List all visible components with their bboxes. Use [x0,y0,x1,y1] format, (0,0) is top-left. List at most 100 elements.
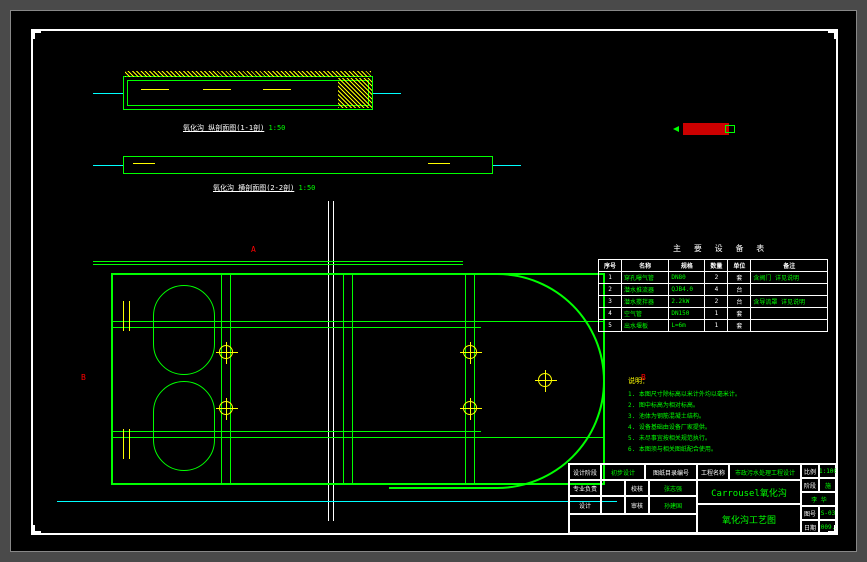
notes-heading: 说明： [628,376,741,387]
table-cell: 套 [728,308,751,320]
tb-empty [601,496,625,514]
tb-label: 图纸目录编号 [645,464,697,480]
table-row: 2潜水推流器QJB4.04台 [599,284,828,296]
tb-sheet: S-03 [819,506,837,520]
guide-wall [153,285,215,375]
tb-label: 阶段 [801,478,819,492]
table-cell: QJB4.0 [669,284,705,296]
inlet-pipe [123,301,124,331]
dim-leader [93,93,123,94]
table-cell: 台 [728,296,751,308]
pipe-line [203,89,231,90]
tb-label: 校核 [625,480,649,496]
parts-col-header: 规格 [669,260,705,272]
table-cell: 3 [599,296,622,308]
center-wall [93,261,463,265]
tb-value: 孙建国 [649,496,697,514]
inlet-pipe [123,429,124,459]
note-line: 5. 未尽事宜按相关规范执行。 [628,433,741,444]
parts-col-header: 单位 [728,260,751,272]
note-line: 1. 本图尺寸除标高以米计外均以毫米计。 [628,389,741,400]
tb-value: 张志强 [649,480,697,496]
cross-beam [343,275,353,483]
aerator-symbol [219,401,233,415]
tb-empty [601,480,625,496]
drawing-notes: 说明： 1. 本图尺寸除标高以米计外均以毫米计。2. 图中标高为相对标高。3. … [628,376,741,455]
parts-col-header: 数量 [705,260,728,272]
table-cell: 潜水推流器 [622,284,669,296]
table-cell: 1 [705,320,728,332]
table-cell: 空气管 [622,308,669,320]
tank-round-end [389,273,605,489]
section-b-caption: 氧化沟 横剖面图(2-2剖) 1:50 [213,183,315,193]
table-cell: 2 [705,272,728,284]
dimension-baseline [57,501,617,502]
table-row: 4空气管DN1501套 [599,308,828,320]
plan-view [93,261,623,511]
tb-label: 设计阶段 [569,464,601,480]
tb-project-name: 市政污水处理工程设计 [729,464,801,480]
detail-callout [683,123,729,135]
pipe-line [141,89,169,90]
tb-label: 设计 [569,496,601,514]
dim-leader [93,165,123,166]
tb-label: 工程名称 [697,464,729,480]
tb-subtitle: Carrousel氧化沟 [697,480,801,504]
tb-label: 日期 [801,520,819,534]
title-block: 设计阶段 初步设计 图纸目录编号 工程名称 市政污水处理工程设计 专业负责 校核… [568,463,836,533]
section-mark-a: A [251,245,256,254]
dim-leader [493,165,521,166]
table-cell: 台 [728,284,751,296]
parts-col-header: 序号 [599,260,622,272]
cad-viewport: 氧化沟 纵剖面图(1-1剖) 1:50 氧化沟 横剖面图(2-2剖) 1:50 [10,10,857,552]
aerator-symbol [463,401,477,415]
pipe-line [428,163,450,164]
table-cell: 套 [728,320,751,332]
table-cell: L=6m [669,320,705,332]
pipe-line [263,89,291,90]
table-cell [751,308,828,320]
table-cell: 5 [599,320,622,332]
table-row: 1穿孔曝气管DN802套含阀门 详见说明 [599,272,828,284]
tb-stage: 施 [819,478,837,492]
dim-leader [373,93,401,94]
section-view-a [123,76,373,110]
table-cell: 2.2kW [669,296,705,308]
table-cell [751,284,828,296]
parts-table: 序号名称规格数量单位备注 1穿孔曝气管DN802套含阀门 详见说明2潜水推流器Q… [598,259,828,332]
table-row: 5出水堰板L=6m1套 [599,320,828,332]
drawing-frame: 氧化沟 纵剖面图(1-1剖) 1:50 氧化沟 横剖面图(2-2剖) 1:50 [31,29,838,535]
tb-drawing-title: 氧化沟工艺图 [697,504,801,534]
tb-author: 李 华 [801,492,837,506]
table-cell: DN80 [669,272,705,284]
parts-col-header: 名称 [622,260,669,272]
aerator-symbol [538,373,552,387]
parts-col-header: 备注 [751,260,828,272]
table-cell: 2 [599,284,622,296]
table-cell: 4 [705,284,728,296]
aerator-symbol [463,345,477,359]
table-cell: 含阀门 详见说明 [751,272,828,284]
tb-label: 比例 [801,464,819,478]
section-a-caption: 氧化沟 纵剖面图(1-1剖) 1:50 [183,123,285,133]
table-cell: 潜水搅拌器 [622,296,669,308]
note-line: 3. 池体为钢筋混凝土结构。 [628,411,741,422]
note-line: 2. 图中标高为相对标高。 [628,400,741,411]
parts-table-title: 主 要 设 备 表 [673,243,768,254]
table-cell: 2 [705,296,728,308]
table-cell: 套 [728,272,751,284]
table-cell: 4 [599,308,622,320]
tb-label: 审核 [625,496,649,514]
tb-scale: 1:100 [819,464,837,478]
section-mark-b: B [81,373,86,382]
aerator-symbol [219,345,233,359]
tb-empty [569,514,697,534]
inlet-pipe [129,429,130,459]
hatch-fill [338,78,372,108]
tb-label: 图号 [801,506,819,520]
note-line: 6. 本图须与相关图纸配合使用。 [628,444,741,455]
cross-beam [221,275,231,483]
table-row: 3潜水搅拌器2.2kW2台含导流罩 详见说明 [599,296,828,308]
table-cell: 1 [705,308,728,320]
table-cell: 穿孔曝气管 [622,272,669,284]
